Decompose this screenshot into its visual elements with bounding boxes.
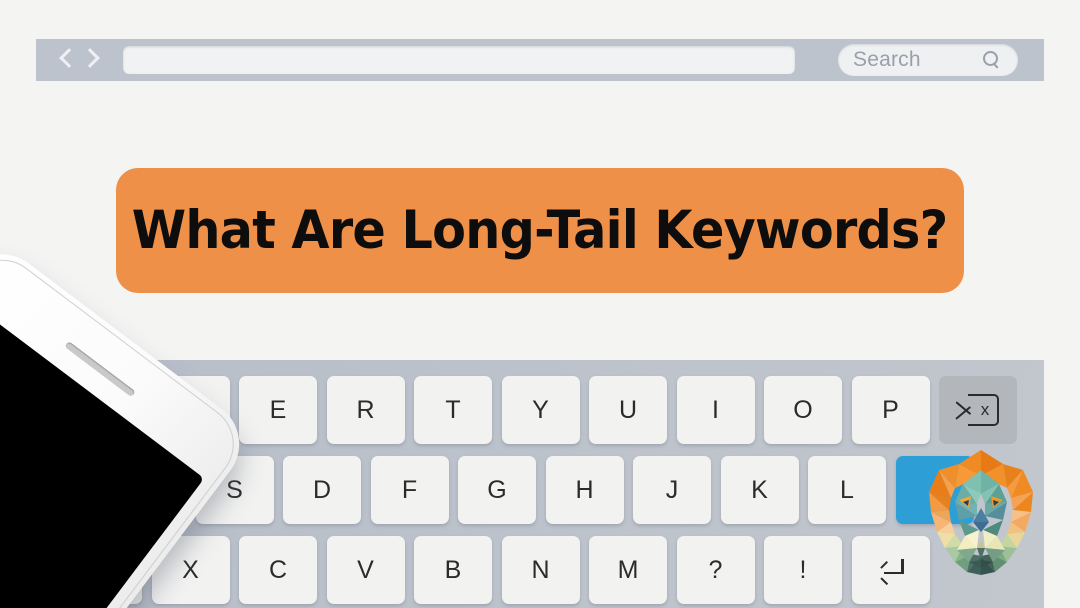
key-t[interactable]: T: [414, 376, 492, 444]
key-n[interactable]: N: [501, 536, 580, 604]
key-return[interactable]: [851, 536, 930, 604]
key-label: O: [793, 395, 813, 424]
key-v[interactable]: V: [326, 536, 405, 604]
key-k[interactable]: K: [720, 456, 799, 524]
backspace-icon: x: [955, 394, 1000, 426]
title-banner: What Are Long-Tail Keywords?: [116, 168, 964, 293]
key-label: E: [269, 395, 287, 424]
key-label: Y: [532, 395, 549, 424]
magnifying-glass-icon[interactable]: [982, 50, 1000, 69]
key-label: I: [712, 395, 719, 424]
key-d[interactable]: D: [283, 456, 361, 524]
key-l[interactable]: L: [808, 456, 886, 524]
key-label: K: [751, 475, 768, 504]
key-label: P: [882, 395, 899, 424]
low-poly-lion-head-logo: [929, 450, 1033, 575]
page-root: Search What Are Long-Tail Keywords? QWER…: [0, 0, 1080, 608]
address-bar-input[interactable]: [123, 46, 795, 74]
key-i[interactable]: I: [676, 376, 755, 444]
key-label: C: [268, 555, 288, 584]
key-u[interactable]: U: [589, 376, 667, 444]
key-label: V: [357, 555, 374, 584]
chevron-left-icon[interactable]: [58, 47, 74, 73]
key-o[interactable]: O: [764, 376, 842, 444]
chevron-right-icon[interactable]: [83, 47, 99, 73]
key-g[interactable]: G: [458, 456, 536, 524]
key-label: N: [531, 555, 550, 584]
key-p[interactable]: P: [851, 376, 930, 444]
key-exclamation[interactable]: !: [764, 536, 842, 604]
return-arrow-icon: [878, 559, 904, 586]
key-label: T: [445, 395, 461, 424]
search-placeholder-label: Search: [853, 48, 921, 71]
key-h[interactable]: H: [545, 456, 624, 524]
key-label: H: [575, 475, 594, 504]
key-f[interactable]: F: [370, 456, 449, 524]
key-label: R: [356, 395, 375, 424]
key-label: S: [226, 475, 243, 504]
key-j[interactable]: J: [633, 456, 711, 524]
page-title: What Are Long-Tail Keywords?: [132, 200, 949, 261]
key-label: U: [618, 395, 638, 424]
key-c[interactable]: C: [239, 536, 317, 604]
key-label: J: [665, 475, 679, 504]
key-r[interactable]: R: [326, 376, 405, 444]
key-label: F: [401, 475, 418, 504]
key-m[interactable]: M: [589, 536, 667, 604]
navigation-arrows: [58, 47, 99, 73]
key-backspace[interactable]: x: [939, 376, 1017, 444]
key-label: !: [799, 555, 807, 584]
key-label: L: [840, 475, 854, 504]
key-label: ?: [708, 555, 723, 584]
key-b[interactable]: B: [414, 536, 492, 604]
key-question[interactable]: ?: [676, 536, 755, 604]
key-label: X: [182, 555, 199, 584]
key-label: G: [487, 475, 507, 504]
key-label: B: [444, 555, 462, 584]
search-box[interactable]: Search: [838, 44, 1018, 76]
key-y[interactable]: Y: [501, 376, 580, 444]
key-label: M: [617, 555, 639, 584]
key-label: D: [312, 475, 332, 504]
